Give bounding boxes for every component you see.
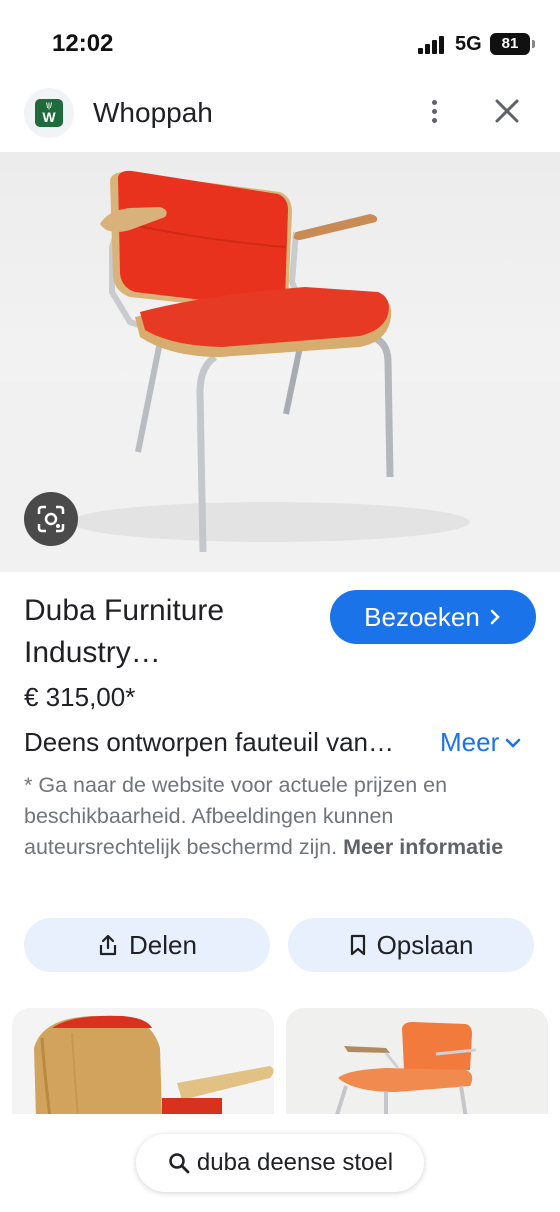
related-image-2[interactable] [286,1008,548,1118]
visit-button[interactable]: Bezoeken [330,590,536,644]
lens-button[interactable] [24,492,78,546]
save-button[interactable]: Opslaan [288,918,534,972]
share-label: Delen [129,929,197,960]
related-chair-image-2 [286,1008,548,1118]
product-title[interactable]: Duba Furniture Industry… [24,590,324,674]
share-button[interactable]: Delen [24,918,270,972]
product-description: Deens ontworpen fauteuil van… [24,727,395,757]
search-query-chip[interactable]: duba deense stoel [136,1134,424,1192]
status-bar: 12:02 5G 81 [0,0,560,80]
share-icon [99,934,117,956]
signal-icon [418,36,446,54]
disclaimer-text: * Ga naar de website voor actuele prijze… [24,770,534,863]
more-description-button[interactable]: Meer [440,727,521,758]
battery-icon: 81 [490,33,535,55]
more-vert-icon[interactable] [420,94,448,130]
bottom-bar: duba deense stoel [0,1114,560,1212]
chevron-down-icon [506,738,521,748]
chair-illustration [0,170,560,572]
product-title-line1: Duba Furniture [24,594,225,627]
network-label: 5G [455,33,482,55]
related-chair-image-1 [12,1008,274,1118]
site-favicon: \|/W [24,88,74,138]
site-header: \|/W Whoppah [0,80,560,150]
chevron-right-icon [490,609,500,625]
lens-icon [37,505,65,533]
product-price: € 315,00* [24,682,136,712]
save-label: Opslaan [376,929,474,960]
visit-button-label: Bezoeken [364,601,480,632]
close-icon[interactable] [490,94,524,128]
product-title-line2: Industry… [24,636,161,669]
site-name: Whoppah [93,97,213,128]
product-image[interactable] [0,152,560,572]
related-image-1[interactable] [12,1008,274,1118]
search-query: duba deense stoel [196,1149,394,1176]
search-icon [169,1153,190,1174]
site-logo: \|/W [35,99,63,127]
more-label: Meer [440,727,500,757]
status-time: 12:02 [52,30,114,57]
bookmark-icon [350,934,365,956]
more-info-link[interactable]: Meer informatie [343,835,503,859]
